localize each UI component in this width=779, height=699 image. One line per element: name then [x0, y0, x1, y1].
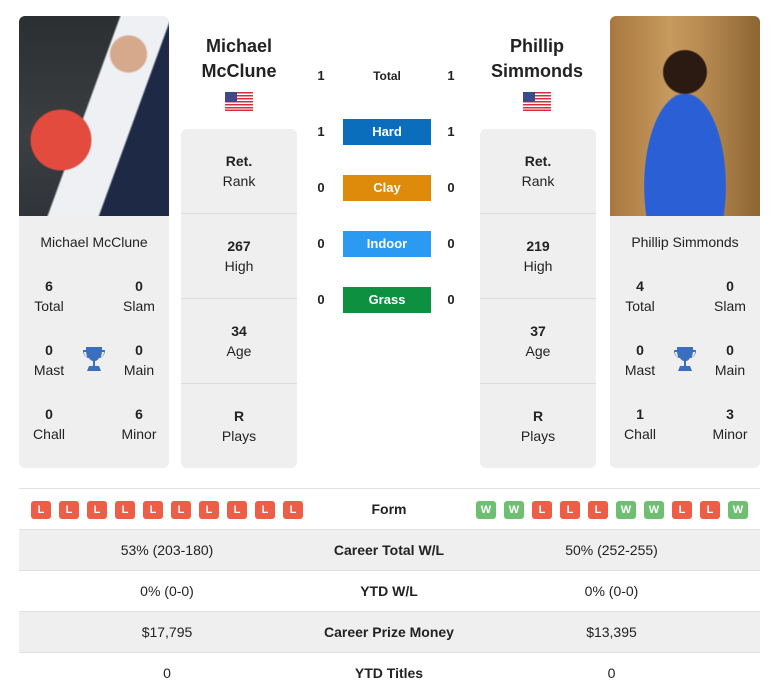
h2h-row-grass: 0 Grass 0 [310, 287, 466, 313]
form-badge-win[interactable]: W [476, 501, 496, 519]
table-row: 53% (203-180) Career Total W/L 50% (252-… [19, 529, 760, 570]
form-badge-loss[interactable]: L [59, 501, 79, 519]
form-badge-loss[interactable]: L [171, 501, 191, 519]
surface-badge-hard[interactable]: Hard [343, 119, 431, 145]
titles-card-left: Michael McClune 6 Total 0 Slam 0 Mast 0 … [19, 216, 169, 468]
h2h-row-hard: 1 Hard 1 [310, 119, 466, 145]
form-badge-win[interactable]: W [616, 501, 636, 519]
h2h-left-value: 1 [317, 68, 325, 83]
row-label: Career Prize Money [324, 624, 454, 640]
left-value: $17,795 [141, 624, 193, 640]
h2h-left-value: 0 [317, 236, 325, 251]
surface-badge-clay[interactable]: Clay [343, 175, 431, 201]
form-badge-loss[interactable]: L [283, 501, 303, 519]
player-photo-left[interactable] [19, 16, 169, 216]
titles-total-right: 4 Total [625, 278, 655, 314]
row-label: YTD W/L [360, 583, 418, 599]
form-badges-left: LLLLLLLLLL [31, 501, 303, 519]
h2h-left-value: 0 [317, 292, 325, 307]
player-photo-right[interactable] [610, 16, 760, 216]
form-badge-loss[interactable]: L [31, 501, 51, 519]
age-left: 34 Age [226, 323, 252, 359]
player-name-left[interactable]: Michael McClune [19, 234, 169, 250]
titles-slam-left: 0 Slam [123, 278, 155, 314]
form-badge-loss[interactable]: L [115, 501, 135, 519]
form-badge-loss[interactable]: L [87, 501, 107, 519]
surface-badge-indoor[interactable]: Indoor [343, 231, 431, 257]
h2h-right-value: 0 [447, 180, 455, 195]
h2h-left-value: 1 [317, 124, 325, 139]
trophy-icon [83, 347, 105, 371]
form-badge-win[interactable]: W [644, 501, 664, 519]
form-badge-loss[interactable]: L [199, 501, 219, 519]
table-row: 0 YTD Titles 0 [19, 652, 760, 693]
titles-main-left: 0 Main [123, 342, 155, 378]
high-left: 267 High [224, 238, 254, 274]
comparison-table: LLLLLLLLLL Form WWLLLWWLLW 53% (203-180)… [19, 488, 760, 693]
player-name-right[interactable]: Phillip Simmonds [610, 234, 760, 250]
h2h-right-value: 0 [447, 236, 455, 251]
h2h-left-value: 0 [317, 180, 325, 195]
info-card-left: Ret. Rank 267 High 34 Age R Plays [181, 129, 297, 468]
form-badge-loss[interactable]: L [532, 501, 552, 519]
h2h-row-clay: 0 Clay 0 [310, 175, 466, 201]
form-badge-loss[interactable]: L [560, 501, 580, 519]
row-label: YTD Titles [354, 665, 424, 681]
form-badge-loss[interactable]: L [672, 501, 692, 519]
form-badge-loss[interactable]: L [588, 501, 608, 519]
titles-main-right: 0 Main [714, 342, 746, 378]
left-value: 0% (0-0) [140, 583, 194, 599]
right-value: 0% (0-0) [584, 583, 639, 599]
h2h-row-total: 1 Total 1 [310, 63, 466, 89]
titles-chall-right: 1 Chall [624, 406, 656, 442]
titles-mast-left: 0 Mast [33, 342, 65, 378]
form-label: Form [371, 501, 407, 517]
us-flag-icon [225, 92, 253, 111]
rank-left: Ret. Rank [222, 153, 256, 189]
titles-slam-right: 0 Slam [714, 278, 746, 314]
surface-label-total: Total [373, 69, 401, 83]
form-badge-win[interactable]: W [504, 501, 524, 519]
form-badge-loss[interactable]: L [700, 501, 720, 519]
player-heading-right[interactable]: Phillip Simmonds [462, 34, 612, 84]
titles-minor-left: 6 Minor [121, 406, 157, 442]
form-badge-loss[interactable]: L [255, 501, 275, 519]
titles-card-right: Phillip Simmonds 4 Total 0 Slam 0 Mast 0… [610, 216, 760, 468]
age-right: 37 Age [525, 323, 551, 359]
plays-right: R Plays [520, 408, 556, 444]
high-right: 219 High [523, 238, 553, 274]
table-row: $17,795 Career Prize Money $13,395 [19, 611, 760, 652]
left-value: 0 [163, 665, 171, 681]
trophy-icon [674, 347, 696, 371]
plays-left: R Plays [221, 408, 257, 444]
form-row: LLLLLLLLLL Form WWLLLWWLLW [19, 488, 760, 529]
left-value: 53% (203-180) [120, 542, 214, 558]
titles-chall-left: 0 Chall [33, 406, 65, 442]
player-heading-left[interactable]: Michael McClune [164, 34, 314, 84]
surface-badge-grass[interactable]: Grass [343, 287, 431, 313]
h2h-right-value: 1 [447, 68, 455, 83]
form-badge-win[interactable]: W [728, 501, 748, 519]
right-value: 0 [607, 665, 616, 681]
h2h-right-value: 0 [447, 292, 455, 307]
right-value: $13,395 [586, 624, 637, 640]
titles-total-left: 6 Total [34, 278, 64, 314]
right-value: 50% (252-255) [565, 542, 658, 558]
table-row: 0% (0-0) YTD W/L 0% (0-0) [19, 570, 760, 611]
titles-minor-right: 3 Minor [712, 406, 748, 442]
rank-right: Ret. Rank [521, 153, 555, 189]
us-flag-icon [523, 92, 551, 111]
info-card-right: Ret. Rank 219 High 37 Age R Plays [480, 129, 596, 468]
form-badges-right: WWLLLWWLLW [476, 501, 748, 519]
titles-mast-right: 0 Mast [624, 342, 656, 378]
h2h-right-value: 1 [447, 124, 455, 139]
form-badge-loss[interactable]: L [143, 501, 163, 519]
h2h-row-indoor: 0 Indoor 0 [310, 231, 466, 257]
form-badge-loss[interactable]: L [227, 501, 247, 519]
row-label: Career Total W/L [333, 542, 445, 558]
